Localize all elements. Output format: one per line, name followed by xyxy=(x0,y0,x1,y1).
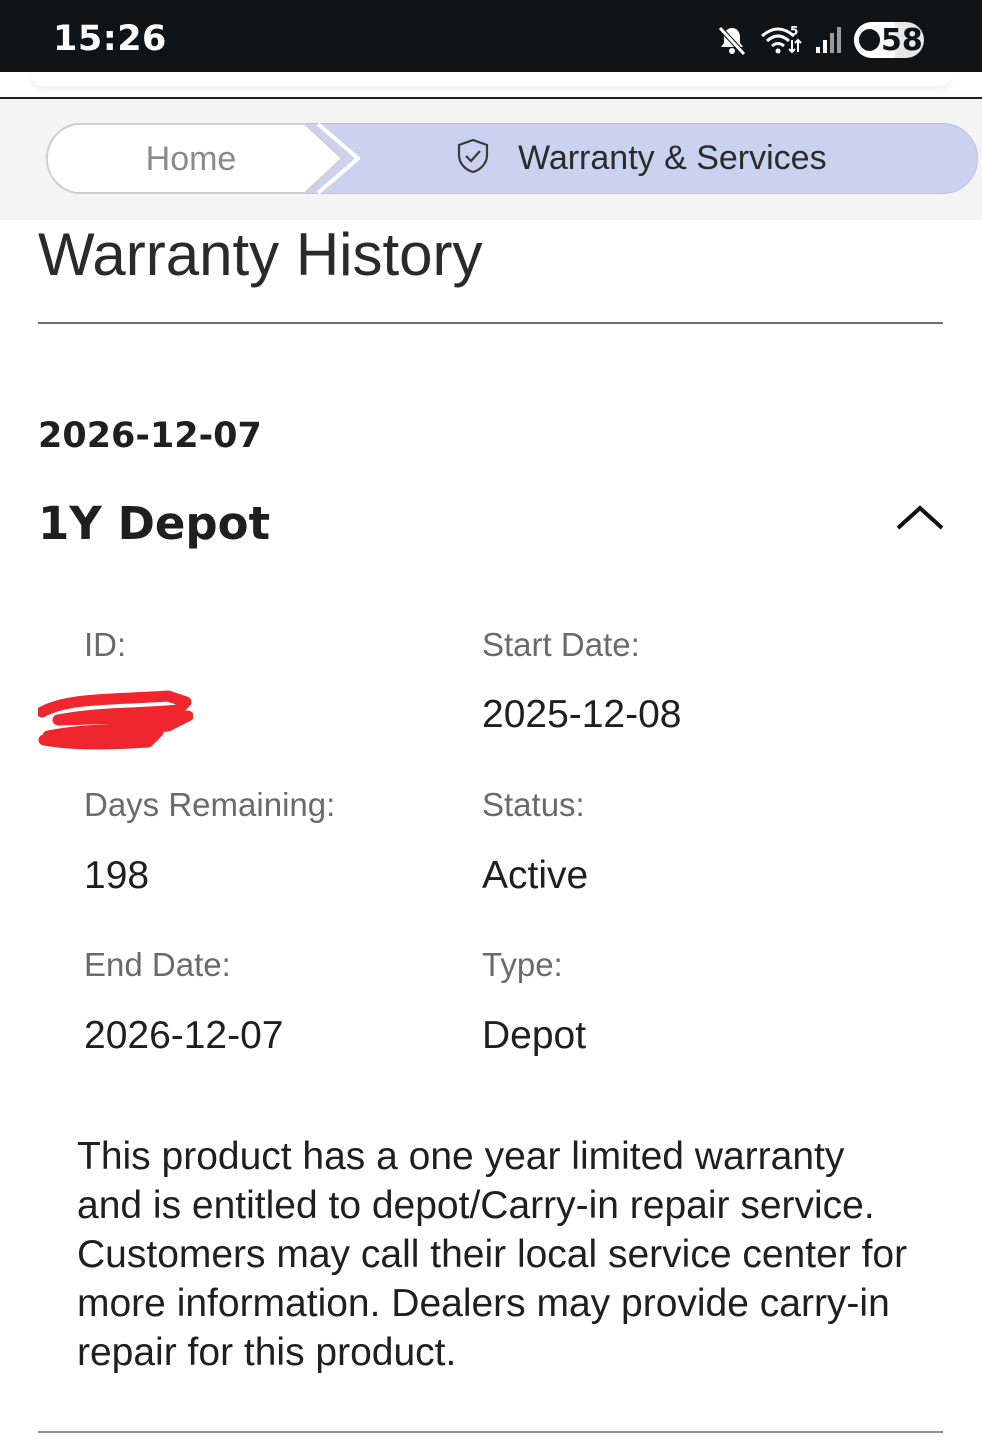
warranty-entry-date: 2026-12-07 xyxy=(38,416,262,456)
breadcrumb-home[interactable]: Home xyxy=(40,123,360,194)
status-label: Status: xyxy=(482,786,585,823)
start-date-value: 2025-12-08 xyxy=(482,693,682,736)
status-bar: 15:26 5 58 xyxy=(0,0,982,72)
id-label: ID: xyxy=(84,626,127,663)
top-sheet-edge xyxy=(30,72,952,86)
battery-saver-icon xyxy=(859,29,880,51)
page-title: Warranty History xyxy=(38,221,483,288)
type-label: Type: xyxy=(482,946,563,983)
status-value: Active xyxy=(482,854,589,897)
days-remaining-value: 198 xyxy=(84,854,150,897)
breadcrumb-home-label: Home xyxy=(145,140,237,178)
signal-icon xyxy=(814,25,842,55)
wifi-icon: 5 xyxy=(760,24,802,56)
status-icons: 5 58 xyxy=(716,20,924,60)
days-remaining-label: Days Remaining: xyxy=(84,786,336,823)
status-time: 15:26 xyxy=(53,19,167,59)
entry-divider xyxy=(38,1431,943,1433)
start-date-label: Start Date: xyxy=(482,626,640,663)
shield-check-icon xyxy=(456,138,490,179)
type-value: Depot xyxy=(482,1014,587,1057)
chevron-up-icon xyxy=(896,505,944,530)
end-date-label: End Date: xyxy=(84,946,231,983)
wifi-badge: 5 xyxy=(790,24,798,38)
battery-level: 58 xyxy=(881,22,923,58)
title-divider xyxy=(38,322,943,324)
mute-icon xyxy=(716,24,748,56)
battery-indicator: 58 xyxy=(854,22,924,58)
end-date-value: 2026-12-07 xyxy=(84,1014,284,1057)
breadcrumb-current-label: Warranty & Services xyxy=(518,139,827,177)
warranty-description: This product has a one year limited warr… xyxy=(77,1135,908,1374)
redacted-id-value xyxy=(36,690,194,755)
warranty-entry-name[interactable]: 1Y Depot xyxy=(38,497,270,550)
collapse-toggle-button[interactable] xyxy=(892,498,948,542)
